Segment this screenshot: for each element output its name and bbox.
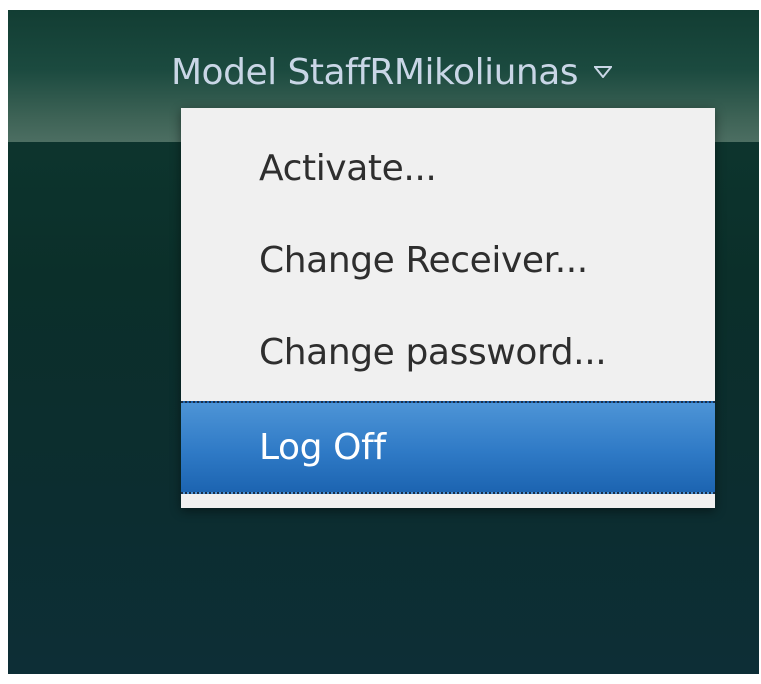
menu-item-log-off[interactable]: Log Off xyxy=(181,401,715,494)
menu-item-change-receiver[interactable]: Change Receiver... xyxy=(181,214,715,306)
user-menu-toggle[interactable]: Model StaffRMikoliunas xyxy=(171,44,614,100)
menu-item-activate[interactable]: Activate... xyxy=(181,122,715,214)
user-name-label: Model StaffRMikoliunas xyxy=(171,51,579,93)
menu-item-change-password[interactable]: Change password... xyxy=(181,306,715,398)
chevron-down-icon xyxy=(592,61,614,83)
app-window: Model StaffRMikoliunas Activate... Chang… xyxy=(8,10,759,674)
user-dropdown-menu: Activate... Change Receiver... Change pa… xyxy=(181,108,715,508)
